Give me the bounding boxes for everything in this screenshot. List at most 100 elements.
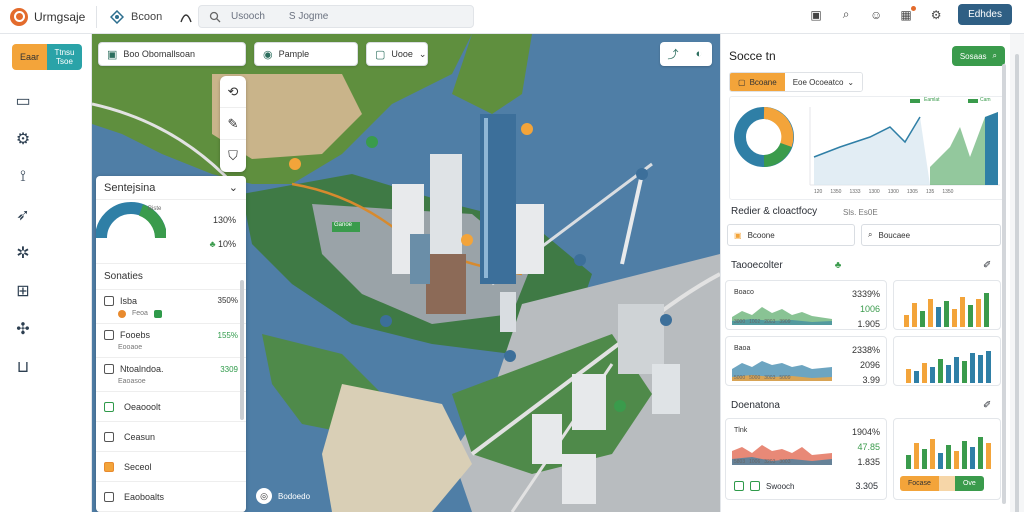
section-title: Redier & cloactfocy	[731, 206, 818, 217]
chart-top-label: Cam	[980, 97, 991, 103]
brand[interactable]: Urmgsaje	[0, 7, 92, 26]
metric-card[interactable]: Boaco 3339% 1006 1.905 3000 1002 2003 3909	[725, 280, 887, 330]
analytics-panel: Socce tn Sosaas ⌕ ▢ Bcoane Eoe Ocoeatco ⌄ E…	[720, 34, 1010, 512]
shield-tool-icon[interactable]: ⛉	[220, 140, 246, 172]
head-button[interactable]: Sosaas ⌕	[951, 46, 1005, 66]
pen-tool-icon[interactable]: ✎	[220, 108, 246, 140]
bar-chart-card[interactable]: Focase Ove	[893, 418, 1001, 500]
metric-value: 2338%	[851, 345, 880, 355]
list-item-value: 155%	[217, 330, 238, 340]
axis-tick: 5009	[779, 375, 791, 381]
section-title: Doenatona	[731, 400, 780, 411]
divider	[96, 5, 97, 28]
network-icon[interactable]: ✣	[10, 318, 36, 340]
gauge-caption: Biste	[148, 206, 162, 212]
search-tag: S Jogme	[288, 11, 329, 22]
document-icon[interactable]: ▣	[808, 7, 824, 23]
axis-tick: 5000	[749, 375, 761, 381]
filter-chip[interactable]: ▣ Boo Obomallsoan	[98, 42, 246, 66]
footer-chip[interactable]: Swooch	[734, 481, 794, 491]
action-button[interactable]: Edhdes	[958, 4, 1012, 25]
list-item[interactable]: Ceasun	[96, 422, 246, 452]
route-tool-icon[interactable]: ⟲	[220, 76, 246, 108]
metric-card[interactable]: Tlnk 1904% 47.85 1.835 5803 1006 3203 3003 …	[725, 418, 887, 500]
list-item[interactable]: Isba 350% Feoa	[96, 290, 246, 324]
metric-value: 2096	[859, 360, 880, 370]
nav-home[interactable]: Bcoon	[101, 9, 170, 25]
list-item-value: 350%	[217, 296, 238, 305]
share-icon[interactable]: ⤴	[660, 42, 686, 66]
info-icon[interactable]: ◎	[256, 488, 272, 504]
axis-tick: 2003	[764, 319, 776, 325]
settings-icon[interactable]: ⚙	[928, 7, 944, 23]
filter-icon: ▣	[107, 48, 118, 61]
tag-icon: ▣	[734, 230, 742, 240]
place-chip[interactable]: ◉ Pample	[254, 42, 358, 66]
panel-scrollbar[interactable]	[240, 280, 244, 420]
filter-input-2[interactable]: ⌕ Boucaee	[861, 224, 1001, 246]
analytics-title: Socce tn	[729, 49, 776, 63]
analytics-header: Socce tn Sosaas ⌕	[729, 42, 1005, 70]
grid-icon[interactable]: ⊞	[10, 280, 36, 302]
section-subtitle: Sls. Es0E	[843, 208, 878, 217]
mode-toggle[interactable]: Eaar Ttnsu Tsoe	[12, 44, 82, 70]
tab-primary[interactable]: ▢ Bcoane	[730, 73, 785, 91]
mode-toggle-b[interactable]: Ttnsu Tsoe	[47, 44, 82, 70]
view-icon: ▢	[375, 48, 386, 61]
search-icon[interactable]: ⌕	[838, 7, 854, 23]
tab-secondary[interactable]: Eoe Ocoeatco ⌄	[784, 73, 863, 91]
square-icon	[750, 481, 760, 491]
gear-icon[interactable]: ⚙	[10, 128, 36, 150]
notifications-icon[interactable]: ▦	[898, 5, 917, 23]
summary-chart: Eamlat Cam 120 1350 1333 1300 1300 1305 …	[729, 96, 1005, 200]
route-icon[interactable]: ⟟	[10, 166, 36, 188]
list-item[interactable]: Seceol	[96, 452, 246, 482]
help-icon[interactable]: ☺	[868, 7, 884, 23]
analytics-tabs: ▢ Bcoane Eoe Ocoeatco ⌄	[729, 72, 864, 92]
chevron-down-icon[interactable]: ⌄	[229, 181, 238, 194]
search-input[interactable]: Usooch S Jogme	[198, 5, 474, 28]
segment-a[interactable]: Focase	[900, 476, 939, 491]
brand-logo-icon	[10, 7, 28, 26]
segmented-control: Focase Ove	[900, 476, 984, 491]
panel-section-title: Sonaties	[96, 264, 246, 290]
left-nav: Eaar Ttnsu Tsoe ▭ ⚙ ⟟ ➶ ✲ ⊞ ✣ ⊔	[0, 34, 92, 512]
search-icon: ⌕	[992, 51, 997, 60]
metric-card[interactable]: Baoa 2338% 2096 3.99 5000 5000 3003 5009	[725, 336, 887, 386]
bar-chart-card[interactable]	[893, 336, 1001, 386]
filter-input-1[interactable]: ▣ Bcoone	[727, 224, 855, 246]
segment-c[interactable]: Ove	[954, 476, 984, 491]
tag-icon: ▢	[738, 77, 746, 87]
list-item[interactable]: Ntoalndoa. 3309 Eaoasoe	[96, 358, 246, 392]
locate-icon[interactable]: ◐	[686, 42, 712, 66]
list-item[interactable]: Eaoboalts	[96, 482, 246, 512]
list-item-sub: Eooaoe	[118, 344, 143, 351]
filter-inputs: ▣ Bcoone ⌕ Boucaee	[727, 224, 1001, 246]
map-view[interactable]: Ganoe ▣ Boo Obomallsoan ◉ Pample ▢ Uooe …	[92, 34, 720, 512]
layout-icon[interactable]: ▭	[10, 90, 36, 112]
location-icon	[178, 9, 194, 25]
list-item-title: Seceol	[124, 461, 152, 472]
segment-b[interactable]	[938, 476, 955, 491]
page-scrollbar[interactable]	[1015, 54, 1019, 512]
list-item[interactable]: Oeaooolt	[96, 392, 246, 422]
x-tick: 1300	[868, 189, 880, 195]
panel-scrollbar[interactable]	[1002, 64, 1006, 504]
edit-icon[interactable]: ✐	[983, 400, 991, 411]
edit-icon[interactable]: ✐	[983, 260, 991, 271]
view-dropdown[interactable]: ▢ Uooe ⌄	[366, 42, 428, 66]
bar-chart-card[interactable]	[893, 280, 1001, 330]
mode-toggle-a[interactable]: Eaar	[12, 44, 47, 70]
square-icon	[104, 364, 114, 374]
axis-tick: 3909	[779, 319, 791, 325]
metric-value: 1006	[859, 304, 880, 314]
rocket-icon[interactable]: ➶	[10, 204, 36, 226]
nav-home-label: Bcoon	[131, 10, 163, 23]
panel-title: Sentejsina	[104, 181, 156, 194]
filter-input-2-value: Boucaee	[878, 230, 911, 240]
chart-icon[interactable]: ⊔	[10, 356, 36, 378]
x-tick: 1300	[887, 189, 899, 195]
list-item[interactable]: Fooebs 155% Eooaoe	[96, 324, 246, 358]
settings-icon[interactable]: ✲	[10, 242, 36, 264]
list-item-title: Ntoalndoa.	[120, 364, 164, 374]
